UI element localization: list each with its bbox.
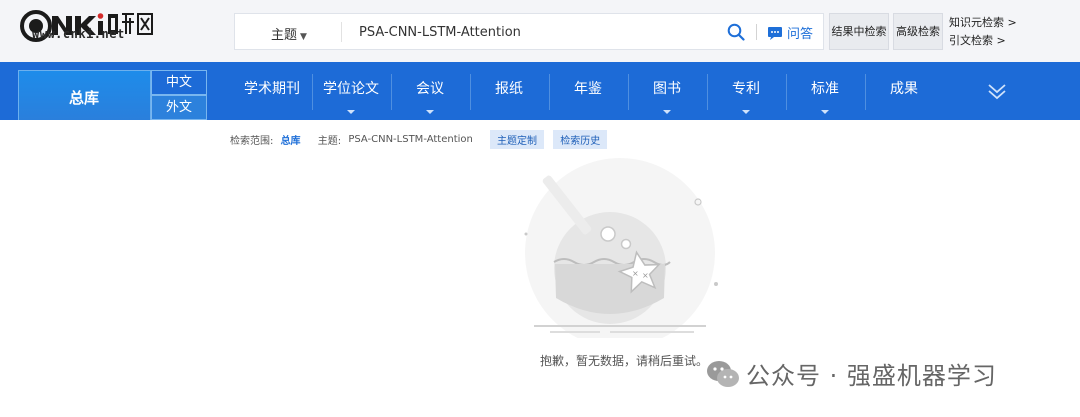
search-divider: [341, 22, 342, 42]
nav-tab[interactable]: 专利: [707, 72, 785, 114]
chat-bubble-icon: [768, 27, 782, 40]
nav-divider: [786, 74, 787, 110]
nav-tab[interactable]: 成果: [865, 72, 943, 110]
nav-divider: [391, 74, 392, 110]
nav-tab[interactable]: 标准: [786, 72, 864, 114]
lang-chinese-tab[interactable]: 中文: [151, 70, 207, 95]
caret-down-icon: [821, 110, 829, 114]
nav-tab[interactable]: 年鉴: [549, 72, 627, 110]
chevron-double-down-icon[interactable]: [986, 80, 1008, 102]
nav-divider: [312, 74, 313, 110]
header: www.cnki.net 主题▼ 问答 结果中检索 高级检索 知识元检索 > 引…: [0, 0, 1080, 62]
nav-divider: [549, 74, 550, 110]
svg-text:×: ×: [642, 271, 649, 280]
nav-tab-label: 学术期刊: [244, 81, 300, 97]
svg-text:×: ×: [632, 269, 639, 278]
nav-tab-label: 专利: [732, 81, 760, 97]
nav-tab[interactable]: 会议: [391, 72, 469, 114]
nav-divider: [470, 74, 471, 110]
search-type-select[interactable]: 主题 ▼: [271, 24, 307, 43]
search-box: 主题▼ 问答: [234, 13, 824, 50]
search-icon[interactable]: [727, 23, 745, 41]
watermark: 公众号 · 强盛机器学习: [706, 356, 997, 392]
nav-tab-label: 学位论文: [323, 81, 379, 97]
topic-label: 主题:: [317, 136, 342, 147]
nav-tab[interactable]: 报纸: [470, 72, 548, 110]
topic-custom-button[interactable]: 主题定制: [490, 130, 545, 149]
nav-tab[interactable]: 学位论文: [312, 72, 390, 114]
nav-tab-label: 标准: [811, 81, 839, 97]
search-type-label: 主题: [271, 28, 298, 43]
search-scope-bar: 检索范围: 总库 主题: PSA-CNN-LSTM-Attention 主题定制…: [230, 130, 613, 149]
logo-url-text: www.cnki.net: [32, 27, 125, 41]
scope-label: 检索范围:: [230, 136, 274, 147]
nav-tab[interactable]: 学术期刊: [233, 72, 311, 110]
advanced-search-button[interactable]: 高级检索: [893, 13, 943, 50]
caret-down-icon: [663, 110, 671, 114]
chevron-down-icon: ▼: [300, 32, 307, 42]
database-nav: 总库 中文 外文 学术期刊 学位论文 会议 报纸 年鉴 图书 专利 标准 成果: [0, 62, 1080, 120]
nav-divider: [707, 74, 708, 110]
search-input[interactable]: [359, 19, 709, 45]
empty-state-illustration: × ×: [524, 158, 718, 338]
search-divider: [756, 24, 757, 40]
qa-label: 问答: [787, 27, 814, 42]
qa-button[interactable]: 问答: [767, 23, 813, 42]
watermark-text: 公众号 · 强盛机器学习: [746, 362, 997, 390]
nav-tab-label: 报纸: [495, 81, 523, 97]
caret-down-icon: [426, 110, 434, 114]
nav-divider: [628, 74, 629, 110]
caret-down-icon: [347, 110, 355, 114]
search-history-button[interactable]: 检索历史: [553, 130, 608, 149]
tab-all-database[interactable]: 总库: [18, 70, 151, 120]
citation-search-link[interactable]: 引文检索 >: [949, 32, 1017, 50]
caret-down-icon: [742, 110, 750, 114]
nav-tab[interactable]: 图书: [628, 72, 706, 114]
result-search-button[interactable]: 结果中检索: [829, 13, 889, 50]
empty-message: 抱歉，暂无数据，请稍后重试。: [540, 354, 709, 368]
nav-tab-label: 图书: [653, 81, 681, 97]
side-links: 知识元检索 > 引文检索 >: [949, 14, 1017, 50]
lang-foreign-tab[interactable]: 外文: [151, 95, 207, 120]
nav-tab-label: 会议: [416, 81, 444, 97]
tab-all-label: 总库: [69, 89, 100, 107]
scope-value: 总库: [280, 136, 301, 147]
topic-value: PSA-CNN-LSTM-Attention: [348, 134, 473, 145]
knowledge-search-link[interactable]: 知识元检索 >: [949, 14, 1017, 32]
wechat-icon: [707, 360, 739, 387]
nav-divider: [865, 74, 866, 110]
nav-tab-label: 成果: [890, 81, 918, 97]
nav-tab-label: 年鉴: [574, 81, 602, 97]
